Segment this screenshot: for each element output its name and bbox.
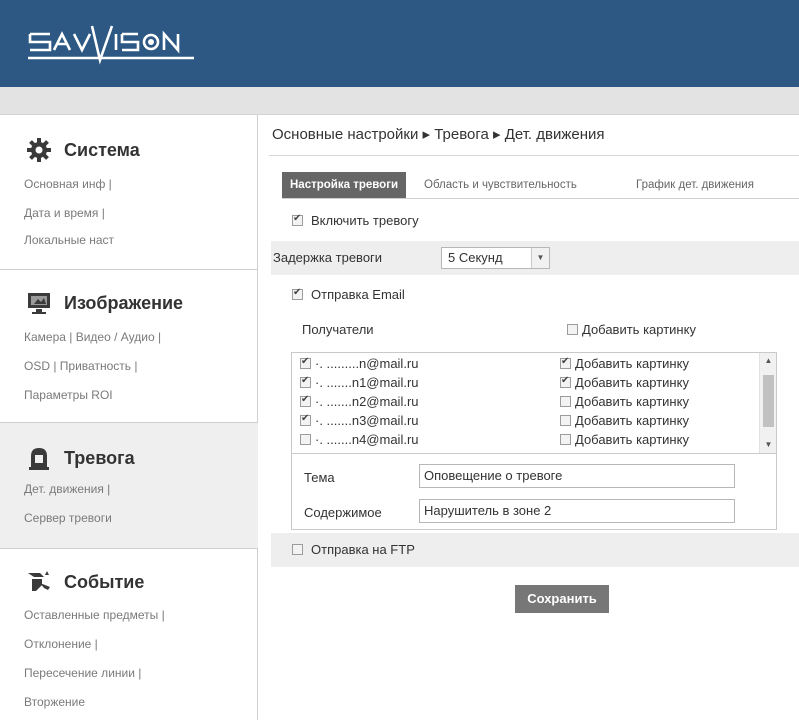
list-item: ·. .........n@mail.ru Добавить картинку [292,353,762,373]
sidebar-link-basic-info[interactable]: Основная инф | [24,177,112,191]
sub-header-bar [0,87,799,115]
list-item: ·. .......n1@mail.ru Добавить картинку [292,372,762,392]
sidebar-header-alarm[interactable]: Тревога [26,445,135,471]
sidebar-link-camera-video-audio[interactable]: Камера | Видео / Аудио | [24,330,161,344]
enable-alarm-label: Включить тревогу [311,213,419,228]
recipients-list: ·. .........n@mail.ru Добавить картинку … [291,352,777,454]
recipient-checkbox[interactable] [300,413,311,426]
alarm-icon [29,448,49,470]
sidebar-link-date-time[interactable]: Дата и время | [24,206,105,220]
add-picture-all-label: Добавить картинку [582,322,696,337]
breadcrumb: Основные настройки ▸ Тревога ▸ Дет. движ… [272,126,605,143]
sidebar-link-alarm-server[interactable]: Сервер тревоги [24,511,112,525]
sidebar-link-intrusion[interactable]: Вторжение [24,695,85,709]
list-item: ·. .......n3@mail.ru Добавить картинку [292,410,762,430]
recipient-picture-label: Добавить картинку [575,375,689,390]
gear-icon [27,138,51,162]
sidebar-header-image[interactable]: Изображение [26,290,183,316]
main-panel: Основные настройки ▸ Тревога ▸ Дет. движ… [259,115,799,720]
send-email-label: Отправка Email [311,287,405,302]
recipient-picture-checkbox[interactable] [560,356,571,369]
subject-label: Тема [304,470,335,485]
sidebar-link-local-settings[interactable]: Локальные наст [24,233,114,247]
send-ftp-checkbox[interactable] [292,544,303,555]
scroll-up-icon[interactable]: ▲ [760,353,776,369]
save-button[interactable]: Сохранить [515,585,609,613]
tab-bar: Настройка тревоги Область и чувствительн… [282,172,799,199]
scroll-down-icon[interactable]: ▼ [760,437,776,453]
recipient-email: ·. .......n1@mail.ru [315,375,419,390]
brand-logo [28,25,194,65]
sidebar-link-motion-detection[interactable]: Дет. движения | [24,482,110,496]
recipients-label: Получатели [302,322,374,337]
tab-motion-schedule[interactable]: График дет. движения [636,172,754,198]
breadcrumb-divider [269,155,799,156]
recipient-checkbox[interactable] [300,356,311,369]
send-email-row: Отправка Email [292,287,405,302]
recipient-email: ·. .......n3@mail.ru [315,413,419,428]
enable-alarm-row: Включить тревогу [292,213,419,228]
recipient-checkbox[interactable] [300,434,311,445]
subject-input[interactable]: Оповещение о тревоге [419,464,735,488]
recipient-checkbox[interactable] [300,394,311,407]
email-fields: Тема Оповещение о тревоге Содержимое Нар… [291,454,777,530]
sidebar-section-system: Система Основная инф | Дата и время | Ло… [0,115,258,270]
sidebar-title-event: Событие [64,571,145,592]
sidebar-link-abandoned-objects[interactable]: Оставленные предметы | [24,608,165,622]
sidebar-link-osd-privacy[interactable]: OSD | Приватность | [24,359,137,373]
alarm-delay-row: Задержка тревоги 5 Секунд ▼ [271,241,799,275]
list-item: ·. .......n4@mail.ru Добавить картинку [292,429,762,449]
send-ftp-row: Отправка на FTP [292,542,415,557]
sidebar-section-image: Изображение Камера | Видео / Аудио | OSD… [0,270,258,423]
tab-alarm-settings[interactable]: Настройка тревоги [282,172,407,198]
recipient-email: ·. .......n4@mail.ru [315,432,419,447]
alarm-delay-select[interactable]: 5 Секунд ▼ [441,247,550,269]
recipient-picture-label: Добавить картинку [575,356,689,371]
recipients-scrollbar[interactable]: ▲ ▼ [759,353,776,453]
content-label: Содержимое [304,505,382,520]
sidebar-link-roi[interactable]: Параметры ROI [24,388,113,402]
recipient-picture-label: Добавить картинку [575,413,689,428]
send-email-checkbox[interactable] [292,287,303,300]
sidebar-title-alarm: Тревога [64,447,135,468]
ftp-row: Отправка на FTP [271,533,799,567]
alarm-delay-label: Задержка тревоги [273,250,383,265]
recipient-picture-label: Добавить картинку [575,394,689,409]
scrollbar-thumb[interactable] [763,375,774,427]
add-picture-all-row: Добавить картинку [567,322,696,337]
top-header [0,0,799,87]
recipient-picture-checkbox[interactable] [560,415,571,426]
sidebar-title-system: Система [64,139,140,160]
monitor-icon [28,293,50,314]
recipient-picture-checkbox[interactable] [560,434,571,445]
recipient-checkbox[interactable] [300,375,311,388]
sidebar-header-system[interactable]: Система [26,137,140,163]
sidebar: Система Основная инф | Дата и время | Ло… [0,115,258,720]
sidebar-section-event: Событие Оставленные предметы | Отклонени… [0,549,258,720]
enable-alarm-checkbox[interactable] [292,213,303,226]
recipient-picture-checkbox[interactable] [560,375,571,388]
recipient-email: ·. .......n2@mail.ru [315,394,419,409]
sidebar-section-alarm: Тревога Дет. движения | Сервер тревоги [0,423,258,549]
list-item: ·. .......n2@mail.ru Добавить картинку [292,391,762,411]
chevron-down-icon[interactable]: ▼ [531,248,549,268]
recipient-picture-label: Добавить картинку [575,432,689,447]
recipient-picture-checkbox[interactable] [560,396,571,407]
sidebar-header-event[interactable]: Событие [26,569,144,595]
send-ftp-label: Отправка на FTP [311,542,415,557]
sidebar-title-image: Изображение [64,292,184,313]
alarm-delay-value: 5 Секунд [448,250,503,265]
tab-area-sensitivity[interactable]: Область и чувствительность [424,172,577,198]
content-input[interactable]: Нарушитель в зоне 2 [419,499,735,523]
add-picture-all-checkbox[interactable] [567,324,578,335]
event-icon [28,571,50,591]
sidebar-link-deviation[interactable]: Отклонение | [24,637,98,651]
recipient-email: ·. .........n@mail.ru [315,356,419,371]
sidebar-link-line-crossing[interactable]: Пересечение линии | [24,666,141,680]
